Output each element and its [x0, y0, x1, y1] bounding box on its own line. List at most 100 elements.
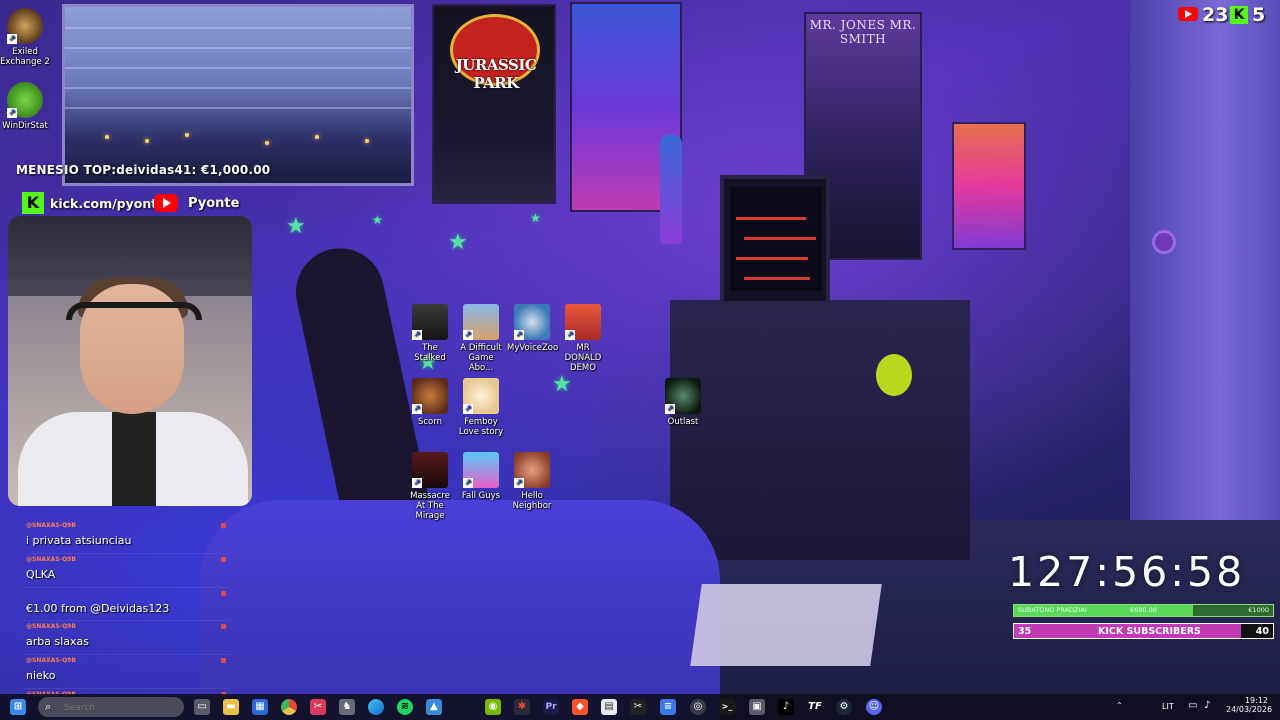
desktop-icon-label: Outlast — [667, 417, 699, 427]
spotify-icon[interactable]: ≋ — [397, 699, 413, 715]
nvidia-icon[interactable]: ◉ — [485, 699, 501, 715]
desktop-icon-label: Fall Guys — [461, 491, 501, 501]
desktop-icon-difficult-game[interactable]: ↗ A Difficult Game Abo... — [456, 304, 506, 373]
chrome-icon[interactable] — [281, 699, 297, 715]
language-indicator[interactable]: LIT — [1162, 702, 1174, 711]
clock[interactable]: 19:12 24/03/2026 — [1226, 696, 1273, 714]
brave-icon[interactable]: ◆ — [572, 699, 588, 715]
chat-panel: @SNAXAS-Q9B i privata atsiunciau @SNAXAS… — [22, 520, 230, 699]
file-explorer-icon[interactable]: ▬ — [223, 699, 239, 715]
chat-message: @SNAXAS-Q9B i privata atsiunciau — [22, 520, 230, 554]
kick-viewers-icon: K — [1230, 6, 1248, 24]
task-view-icon[interactable]: ▭ — [194, 699, 210, 715]
store-icon[interactable]: ▦ — [252, 699, 268, 715]
outlast-icon: ↗ — [665, 378, 701, 414]
capcut-icon[interactable]: ✂ — [630, 699, 646, 715]
desktop-icon-massacre[interactable]: ↗ Massacre At The Mirage — [405, 452, 455, 521]
desktop-icon-hello-neighbor[interactable]: ↗ Hello Neighbor — [507, 452, 557, 511]
cardboard-box — [690, 584, 882, 666]
star-decoration: ★ — [530, 211, 541, 225]
massacre-icon: ↗ — [412, 452, 448, 488]
taskbar-search[interactable]: ⌕ — [38, 697, 184, 717]
windirstat-icon: ↗ — [7, 82, 43, 118]
tray-overflow-icon[interactable]: ⌃ — [1116, 701, 1123, 710]
terminal-icon[interactable]: >_ — [719, 699, 735, 715]
taskbar: ⊞ ⌕ ▭ ▬ ▦ ✂ ♞ ≋ ▲ ◉ ✱ Pr ◆ ▤ ✂ ≡ ◎ >_ ▣ … — [0, 694, 1280, 720]
snip-icon[interactable]: ✂ — [310, 699, 326, 715]
chat-message: @SNAXAS-Q9B arba slaxas — [22, 621, 230, 656]
jurassic-park-title: JURASSIC PARK — [455, 56, 537, 92]
notepad-icon[interactable]: ≡ — [660, 699, 676, 715]
exiled-exchange-icon: ↗ — [7, 8, 43, 44]
star-decoration: ★ — [286, 214, 306, 239]
desktop-icon-scorn[interactable]: ↗ Scorn — [405, 378, 455, 427]
star-decoration: ★ — [372, 213, 383, 227]
desktop-icon-fall-guys[interactable]: ↗ Fall Guys — [456, 452, 506, 501]
obs-icon[interactable]: ◎ — [690, 699, 706, 715]
tiktok-icon[interactable]: ♪ — [778, 699, 794, 715]
desktop-icon-windirstat[interactable]: ↗ WinDirStat — [0, 82, 50, 131]
chat-text: QLKA — [26, 567, 56, 581]
tv-desk — [670, 300, 970, 560]
kick-viewer-count: 5 — [1252, 4, 1266, 26]
room-door — [1130, 0, 1280, 520]
desktop-icon-mr-donald[interactable]: ↗ MR DONALD DEMO — [558, 304, 608, 373]
fall-guys-icon: ↗ — [463, 452, 499, 488]
youtube-viewers-icon — [1178, 7, 1198, 21]
discord-icon[interactable]: ☺ — [866, 699, 882, 715]
donation-goal-amount: €690.00 — [1130, 606, 1157, 614]
desktop-icon-label: Hello Neighbor — [512, 491, 552, 511]
search-input[interactable] — [62, 699, 176, 716]
desktop-icon-label: Massacre At The Mirage — [410, 491, 450, 521]
chat-text: arba slaxas — [26, 635, 89, 649]
power-rangers-poster — [952, 122, 1026, 250]
subs-label: KICK SUBSCRIBERS — [1098, 626, 1201, 637]
edge-icon[interactable] — [368, 699, 384, 715]
premiere-icon[interactable]: Pr — [543, 699, 559, 715]
donation-goal-bar: SUBATONO PRADZIAI €690.00 €1000 — [1013, 604, 1274, 617]
game-icon[interactable]: ♞ — [339, 699, 355, 715]
star-decoration: ★ — [552, 372, 572, 397]
youtube-logo-icon — [154, 194, 178, 212]
chat-username: @SNAXAS-Q9B — [26, 555, 76, 563]
clock-date: 24/03/2026 — [1226, 705, 1273, 714]
mib-title: MR. JONES MR. SMITH — [809, 18, 917, 46]
window-icon[interactable]: ▣ — [749, 699, 765, 715]
chat-text: i privata atsiunciau — [26, 534, 132, 547]
tf-icon[interactable]: TF — [807, 699, 823, 715]
chat-badge-icon — [221, 624, 226, 630]
chat-message: €1.00 from @Deividas123 — [22, 588, 230, 622]
chat-text: €1.00 from @Deividas123 — [26, 601, 170, 615]
clipboard-icon[interactable]: ▤ — [601, 699, 617, 715]
volume-icon[interactable]: ♪ — [1204, 700, 1210, 711]
femboy-love-story-icon: ↗ — [463, 378, 499, 414]
desktop-icon-the-stalked[interactable]: ↗ The Stalked — [405, 304, 455, 363]
splat-decoration — [876, 354, 912, 396]
difficult-game-icon: ↗ — [463, 304, 499, 340]
headphones — [66, 302, 202, 320]
desktop-icon-label: WinDirStat — [2, 121, 48, 131]
steam-icon[interactable]: ⚙ — [836, 699, 852, 715]
desktop-icon-femboy-love-story[interactable]: ↗ Femboy Love story — [456, 378, 506, 437]
network-icon[interactable]: ▭ — [1188, 700, 1197, 711]
start-button[interactable]: ⊞ — [10, 699, 26, 715]
chat-badge-icon — [221, 556, 226, 562]
photos-icon[interactable]: ▲ — [426, 699, 442, 715]
top-donation-banner: MENESIO TOP:deividas41: €1,000.00 — [16, 163, 271, 177]
davinci-icon[interactable]: ✱ — [514, 699, 530, 715]
kick-url: kick.com/pyonte — [50, 196, 166, 211]
youtube-viewer-count: 23 — [1202, 4, 1229, 26]
donation-goal-target: €1000 — [1248, 606, 1269, 614]
chat-username: @SNAXAS-Q9B — [26, 657, 76, 665]
kick-logo-icon: K — [22, 192, 44, 214]
bed — [200, 500, 720, 720]
desktop-icon-myvoicezoo[interactable]: ↗ MyVoiceZoo — [507, 304, 558, 353]
desktop-icon-exiled-exchange[interactable]: ↗ Exiled Exchange 2 — [0, 8, 50, 67]
myvoicezoo-icon: ↗ — [514, 304, 550, 340]
desktop-icon-outlast[interactable]: ↗ Outlast — [658, 378, 708, 427]
clock-time: 19:12 — [1244, 696, 1268, 705]
desktop-icon-label: A Difficult Game Abo... — [460, 343, 502, 373]
desktop-icon-label: Femboy Love story — [458, 417, 504, 437]
chat-badge-icon — [221, 590, 226, 596]
scorn-icon: ↗ — [412, 378, 448, 414]
